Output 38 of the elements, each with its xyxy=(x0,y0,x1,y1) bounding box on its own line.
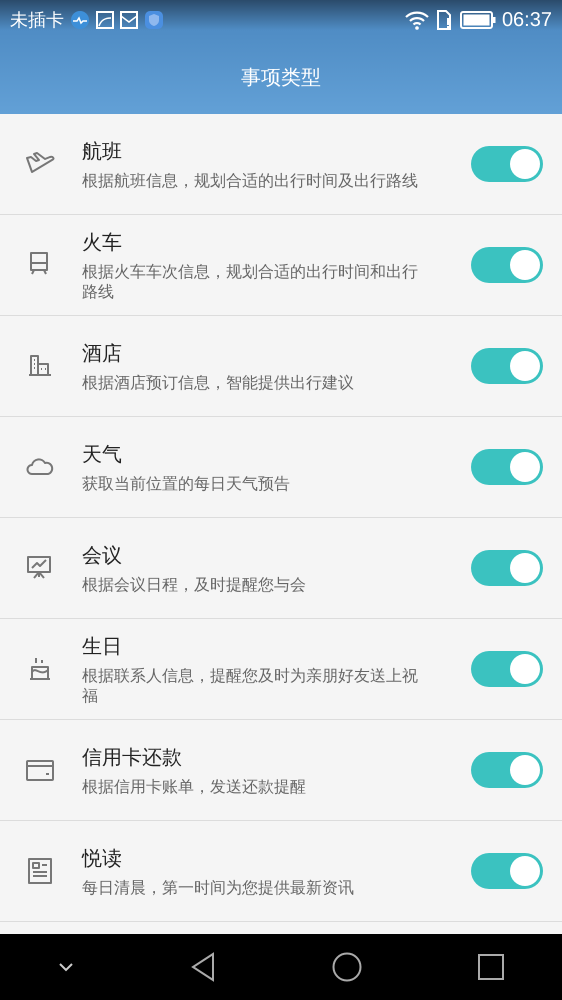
envelope-icon xyxy=(120,11,138,29)
toggle-switch[interactable] xyxy=(471,146,543,182)
item-description: 根据酒店预订信息，智能提供出行建议 xyxy=(82,372,355,392)
item-description: 获取当前位置的每日天气预告 xyxy=(82,474,291,494)
item-title: 悦读 xyxy=(82,844,123,872)
item-title: 会议 xyxy=(82,542,123,568)
item-title: 天气 xyxy=(82,440,123,468)
recents-icon[interactable] xyxy=(478,954,504,980)
home-icon[interactable] xyxy=(332,952,362,982)
item-title: 航班 xyxy=(82,138,123,164)
image-icon xyxy=(96,11,114,29)
toggle-switch[interactable] xyxy=(471,853,543,889)
page-title: 事项类型 xyxy=(241,64,321,90)
toggle-switch[interactable] xyxy=(471,550,543,586)
item-description: 根据火车车次信息，规划合适的出行时间和出行路线 xyxy=(82,262,419,302)
toggle-switch[interactable] xyxy=(471,247,543,283)
clock: 06:37 xyxy=(502,8,552,32)
sim-alert-icon xyxy=(436,10,454,30)
item-title: 信用卡还款 xyxy=(82,744,183,770)
item-title: 生日 xyxy=(82,632,123,660)
chevron-down-icon[interactable] xyxy=(58,962,74,972)
item-description: 根据航班信息，规划合适的出行时间及出行路线 xyxy=(82,170,419,190)
carrier-label: 未插卡 xyxy=(10,9,64,32)
item-description: 每日清晨，第一时间为您提供最新资讯 xyxy=(82,878,355,898)
toggle-switch[interactable] xyxy=(471,752,543,788)
item-description: 根据会议日程，及时提醒您与会 xyxy=(82,574,307,594)
toggle-switch[interactable] xyxy=(471,651,543,687)
item-title: 酒店 xyxy=(82,340,123,366)
health-app-icon xyxy=(70,10,90,30)
wifi-icon xyxy=(404,10,430,30)
toggle-switch[interactable] xyxy=(471,348,543,384)
item-description: 根据联系人信息，提醒您及时为亲朋好友送上祝福 xyxy=(82,666,419,706)
toggle-switch[interactable] xyxy=(471,449,543,485)
item-description: 根据信用卡账单，发送还款提醒 xyxy=(82,776,307,796)
item-title: 火车 xyxy=(82,228,123,256)
battery-icon xyxy=(460,11,496,29)
shield-icon xyxy=(144,10,164,30)
back-icon[interactable] xyxy=(190,952,216,982)
